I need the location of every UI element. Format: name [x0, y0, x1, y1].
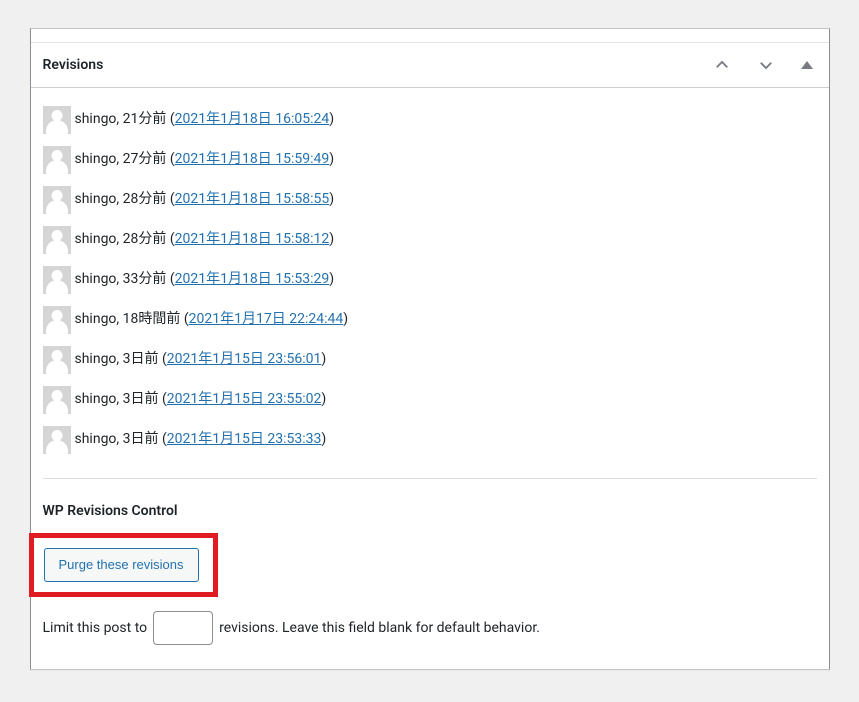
revision-author-and-ago: shingo, 21分前 (	[75, 110, 175, 130]
revision-author-and-ago: shingo, 18時間前 (	[75, 310, 189, 330]
revision-close-paren: )	[329, 230, 334, 250]
top-divider	[31, 29, 829, 43]
limit-prefix-label: Limit this post to	[43, 620, 148, 636]
avatar	[43, 426, 71, 454]
revision-author-and-ago: shingo, 28分前 (	[75, 190, 175, 210]
revision-item: shingo, 18時間前 (2021年1月17日 22:24:44)	[43, 300, 817, 340]
revision-author-and-ago: shingo, 3日前 (	[75, 350, 167, 370]
revision-timestamp-link[interactable]: 2021年1月18日 15:58:12	[175, 230, 330, 250]
avatar	[43, 226, 71, 254]
revision-close-paren: )	[329, 110, 334, 130]
revision-timestamp-link[interactable]: 2021年1月15日 23:56:01	[167, 350, 322, 370]
revision-timestamp-link[interactable]: 2021年1月18日 15:53:29	[175, 270, 330, 290]
revision-item: shingo, 3日前 (2021年1月15日 23:53:33)	[43, 420, 817, 460]
triangle-up-icon	[801, 61, 813, 69]
revision-item: shingo, 28分前 (2021年1月18日 15:58:12)	[43, 220, 817, 260]
purge-highlight-annotation: Purge these revisions	[29, 533, 218, 597]
chevron-up-icon	[713, 56, 731, 74]
revision-timestamp-link[interactable]: 2021年1月18日 15:59:49	[175, 150, 330, 170]
purge-revisions-button[interactable]: Purge these revisions	[44, 548, 199, 582]
wprc-title: WP Revisions Control	[43, 503, 817, 519]
revision-timestamp-link[interactable]: 2021年1月15日 23:55:02	[167, 390, 322, 410]
avatar	[43, 106, 71, 134]
move-down-button[interactable]	[753, 52, 779, 78]
revision-close-paren: )	[329, 150, 334, 170]
metabox-handle-actions	[709, 52, 817, 78]
revision-item: shingo, 28分前 (2021年1月18日 15:58:55)	[43, 180, 817, 220]
revision-timestamp-link[interactable]: 2021年1月17日 22:24:44	[189, 310, 344, 330]
avatar	[43, 146, 71, 174]
revision-close-paren: )	[321, 430, 326, 450]
revision-close-paren: )	[321, 390, 326, 410]
revision-author-and-ago: shingo, 33分前 (	[75, 270, 175, 290]
metabox-header: Revisions	[31, 43, 829, 88]
avatar	[43, 306, 71, 334]
revision-author-and-ago: shingo, 3日前 (	[75, 390, 167, 410]
revision-item: shingo, 3日前 (2021年1月15日 23:56:01)	[43, 340, 817, 380]
metabox-title: Revisions	[43, 57, 104, 73]
revision-close-paren: )	[343, 310, 348, 330]
revision-close-paren: )	[321, 350, 326, 370]
revision-item: shingo, 21分前 (2021年1月18日 16:05:24)	[43, 100, 817, 140]
revision-timestamp-link[interactable]: 2021年1月15日 23:53:33	[167, 430, 322, 450]
revision-item: shingo, 33分前 (2021年1月18日 15:53:29)	[43, 260, 817, 300]
wp-revisions-control-section: WP Revisions Control Purge these revisio…	[43, 503, 817, 645]
revision-author-and-ago: shingo, 28分前 (	[75, 230, 175, 250]
revision-item: shingo, 27分前 (2021年1月18日 15:59:49)	[43, 140, 817, 180]
revision-author-and-ago: shingo, 27分前 (	[75, 150, 175, 170]
avatar	[43, 186, 71, 214]
metabox-body: shingo, 21分前 (2021年1月18日 16:05:24)shingo…	[31, 88, 829, 669]
revisions-list: shingo, 21分前 (2021年1月18日 16:05:24)shingo…	[43, 100, 817, 460]
revision-close-paren: )	[329, 270, 334, 290]
revision-item: shingo, 3日前 (2021年1月15日 23:55:02)	[43, 380, 817, 420]
limit-suffix-label: revisions. Leave this field blank for de…	[219, 620, 540, 636]
avatar	[43, 266, 71, 294]
revisions-metabox: Revisions shingo, 21分前 (2021年1月18日 16:05…	[30, 28, 830, 670]
revision-timestamp-link[interactable]: 2021年1月18日 15:58:55	[175, 190, 330, 210]
revision-close-paren: )	[329, 190, 334, 210]
move-up-button[interactable]	[709, 52, 735, 78]
avatar	[43, 346, 71, 374]
chevron-down-icon	[757, 56, 775, 74]
limit-input[interactable]	[153, 611, 213, 645]
section-divider	[43, 478, 817, 479]
avatar	[43, 386, 71, 414]
toggle-panel-button[interactable]	[797, 57, 817, 73]
revision-timestamp-link[interactable]: 2021年1月18日 16:05:24	[175, 110, 330, 130]
limit-row: Limit this post to revisions. Leave this…	[43, 611, 817, 645]
revision-author-and-ago: shingo, 3日前 (	[75, 430, 167, 450]
